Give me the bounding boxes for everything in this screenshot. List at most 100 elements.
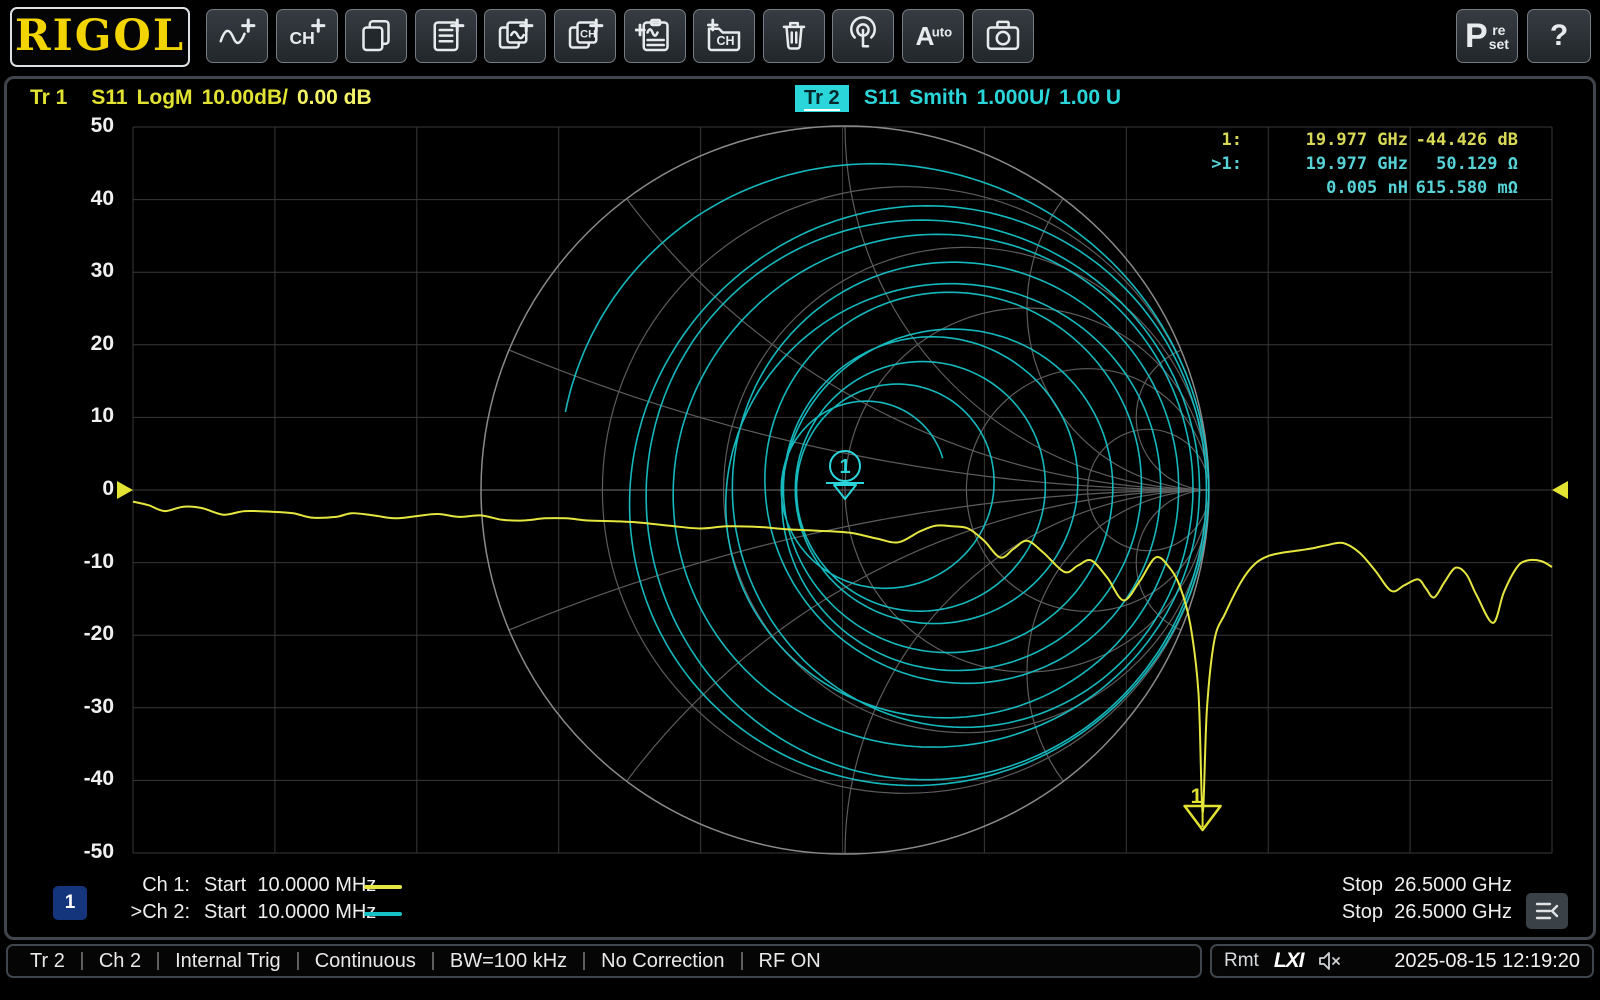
pages-wave-icon	[495, 16, 535, 57]
y-axis-label: 0	[56, 477, 114, 501]
delete-button[interactable]	[763, 9, 825, 63]
marker-freq: 0.005 nH	[1242, 176, 1408, 200]
status-divider	[741, 952, 743, 970]
collapse-menu-button[interactable]	[1526, 893, 1568, 929]
status-bar: Tr 2 Ch 2 Internal Trig Continuous BW=100 kH…	[6, 944, 1202, 978]
ch1-start: Start 10.0000 MHz	[204, 874, 376, 897]
auto-scale-button[interactable]: Auto	[902, 9, 964, 63]
trace2-selector[interactable]: Tr 2	[795, 85, 849, 112]
marker-readout-row: 0.005 nH615.580 mΩ	[1158, 176, 1518, 200]
rigol-logo: RIGOL	[10, 7, 190, 67]
status-rf-on[interactable]: RF ON	[759, 950, 821, 973]
ch-add-icon: CH	[287, 16, 327, 57]
status-bw-100-khz[interactable]: BW=100 kHz	[450, 950, 567, 973]
trash-icon	[774, 16, 814, 57]
status-divider	[432, 952, 434, 970]
collapse-menu-icon	[1534, 900, 1560, 922]
trace2-settings[interactable]: S11 Smith 1.000U/1.00 U	[864, 86, 1130, 110]
lxi-indicator: LXI	[1274, 949, 1304, 973]
marker-id	[1158, 176, 1242, 200]
add-trace-button[interactable]	[206, 9, 268, 63]
remote-indicator: Rmt	[1224, 950, 1259, 972]
setup-list-button[interactable]	[624, 9, 686, 63]
datetime: 2025-08-15 12:19:20	[1394, 950, 1580, 973]
help-icon: ?	[1550, 19, 1568, 53]
touch-toggle-button[interactable]	[832, 9, 894, 63]
status-continuous[interactable]: Continuous	[315, 950, 416, 973]
copy-button[interactable]	[345, 9, 407, 63]
trace2-scale: 1.000U/	[977, 86, 1051, 109]
status-divider	[81, 952, 83, 970]
y-axis-label: 20	[56, 332, 114, 356]
status-ch-2[interactable]: Ch 2	[99, 950, 141, 973]
ch2-stop: Stop 26.5000 GHz	[1308, 901, 1512, 924]
mute-icon[interactable]	[1317, 951, 1341, 971]
measurement-table-button[interactable]	[415, 9, 477, 63]
table-add-icon	[426, 16, 466, 57]
touch-icon	[843, 16, 883, 57]
status-divider	[297, 952, 299, 970]
trace2-measure: S11	[864, 86, 900, 109]
status-tr-2[interactable]: Tr 2	[30, 950, 65, 973]
folder-ch-icon: CH	[704, 16, 744, 57]
marker-freq: 19.977 GHz	[1242, 152, 1408, 176]
ch1-stop: Stop 26.5000 GHz	[1308, 874, 1512, 897]
camera-icon	[983, 16, 1023, 57]
y-axis-label: 50	[56, 114, 114, 138]
clip-wave-icon	[635, 16, 675, 57]
pages-ch-icon: CH	[565, 16, 605, 57]
y-axis-label: -40	[56, 767, 114, 791]
status-no-correction[interactable]: No Correction	[601, 950, 724, 973]
trace1-measure: S11	[91, 86, 127, 109]
ch1-label: Ch 1:	[104, 874, 190, 897]
help-button[interactable]: ?	[1527, 9, 1591, 63]
trace1-label: Tr 1	[30, 86, 67, 109]
status-divider	[157, 952, 159, 970]
marker-id: 1:	[1158, 128, 1242, 152]
display-frame	[4, 76, 1596, 940]
y-axis-label: 30	[56, 259, 114, 283]
trace-add-icon	[217, 16, 257, 57]
channel-info-row: Ch 1: Start 10.0000 MHz Stop 26.5000 GHz	[0, 874, 1600, 901]
marker-val: 50.129 Ω	[1408, 152, 1518, 176]
trace2-label: Tr 2	[804, 87, 840, 111]
marker-id: >1:	[1158, 152, 1242, 176]
y-axis-label: -50	[56, 840, 114, 864]
marker-freq: 19.977 GHz	[1242, 128, 1408, 152]
preset-label-big: P	[1465, 21, 1488, 51]
marker-readout-row: 1:19.977 GHz-44.426 dB	[1158, 128, 1518, 152]
y-axis-label: 40	[56, 187, 114, 211]
y-axis-label: -30	[56, 695, 114, 719]
svg-text:uto: uto	[932, 24, 952, 39]
preset-button[interactable]: P reset	[1456, 9, 1518, 63]
screenshot-button[interactable]	[972, 9, 1034, 63]
channel-pages-button[interactable]: CH	[554, 9, 616, 63]
y-axis-label: -10	[56, 550, 114, 574]
svg-text:CH: CH	[289, 27, 314, 47]
trace1-scale: 10.00dB/	[202, 86, 288, 109]
ch2-label: >Ch 2:	[104, 901, 190, 924]
ch1-trace-swatch	[364, 885, 402, 889]
y-axis-label: -20	[56, 622, 114, 646]
status-bar-right: Rmt LXI 2025-08-15 12:19:20	[1210, 944, 1594, 978]
add-channel-button[interactable]: CH	[276, 9, 338, 63]
trace1-settings[interactable]: Tr 1S11LogM10.00dB/0.00 dB	[30, 86, 381, 110]
svg-text:CH: CH	[717, 34, 735, 48]
channel-info-row: >Ch 2: Start 10.0000 MHz Stop 26.5000 GHz	[0, 901, 1600, 928]
marker-val: 615.580 mΩ	[1408, 176, 1518, 200]
auto-icon: Auto	[913, 16, 953, 57]
marker-readout: 1:19.977 GHz-44.426 dB>1:19.977 GHz50.12…	[1158, 128, 1518, 200]
marker-readout-row: >1:19.977 GHz50.129 Ω	[1158, 152, 1518, 176]
copy-icon	[356, 16, 396, 57]
trace1-format: LogM	[137, 86, 193, 109]
trace2-ref: 1.00 U	[1059, 86, 1121, 109]
trace2-format: Smith	[909, 86, 967, 109]
channel-setup-button[interactable]: CH	[693, 9, 755, 63]
trace-pages-button[interactable]	[484, 9, 546, 63]
status-divider	[583, 952, 585, 970]
status-internal-trig[interactable]: Internal Trig	[175, 950, 281, 973]
marker-val: -44.426 dB	[1408, 128, 1518, 152]
ch2-trace-swatch	[364, 912, 402, 916]
toolbar: RIGOL CH CH CH Auto P reset ?	[0, 0, 1600, 74]
ch2-start: Start 10.0000 MHz	[204, 901, 376, 924]
